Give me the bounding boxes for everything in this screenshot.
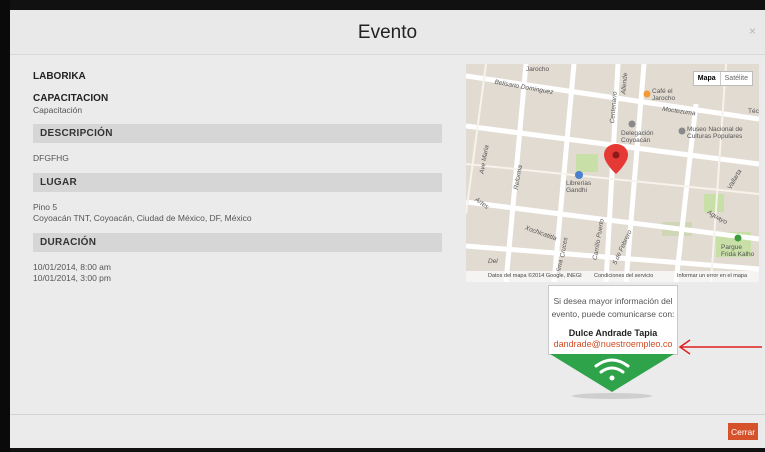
label-librerias: Librerías Gandhi <box>566 180 592 194</box>
location-line-2: Coyoacán TNT, Coyoacán, Ciudad de México… <box>33 213 252 223</box>
event-category: CAPACITACION <box>33 93 109 104</box>
modal-title: Evento <box>357 22 418 43</box>
map-data-attribution: Datos del mapa ©2014 Google, INEGI <box>488 273 582 279</box>
label-pargue: Pargue Frida Kalho <box>721 244 755 258</box>
map-report-link[interactable]: Informar un error en el mapa <box>677 273 747 279</box>
map-type-control: Mapa Satélite <box>692 71 753 86</box>
close-button[interactable]: Cerrar <box>728 423 758 440</box>
location-line-1: Pino 5 <box>33 202 58 212</box>
event-subcategory: Capacitación <box>33 105 83 115</box>
map-type-satellite-button[interactable]: Satélite <box>719 72 752 85</box>
wifi-badge <box>550 354 674 399</box>
modal-header: Evento × <box>10 10 765 55</box>
map-terms-link[interactable]: Condiciones del servicio <box>594 273 653 279</box>
shop-poi-icon <box>575 171 583 179</box>
location-text: Pino 5 Coyoacán TNT, Coyoacán, Ciudad de… <box>33 202 442 224</box>
park-poi-icon <box>734 234 742 242</box>
government-poi-icon <box>628 120 636 128</box>
map-footer: Datos del mapa ©2014 Google, INEGI Condi… <box>466 271 759 282</box>
label-cafe: Café el Jarocho <box>652 88 676 102</box>
event-details: LABORIKA CAPACITACION Capacitación DESCR… <box>33 68 442 284</box>
duration-start: 10/01/2014, 8:00 am <box>33 262 111 272</box>
label-museo: Museo Nacional de Culturas Populares <box>687 126 743 140</box>
event-modal: Evento × LABORIKA CAPACITACION Capacitac… <box>10 10 765 448</box>
street-del: Del <box>488 258 498 265</box>
cafe-poi-icon <box>643 90 651 98</box>
organization-name: LABORIKA <box>33 71 86 82</box>
duration-end: 10/01/2014, 3:00 pm <box>33 273 111 283</box>
contact-email-link[interactable]: dandrade@nuestroempleo.co <box>549 339 677 349</box>
label-delegacion: Delegación Coyoacán <box>621 130 654 144</box>
label-tec: Téc <box>748 108 759 115</box>
location-map[interactable]: Jarocho Café el Jarocho Téc Museo Nacion… <box>466 64 759 282</box>
contact-message-line-2: evento, puede comunicarse con: <box>551 309 675 319</box>
duration-header: DURACIÓN <box>33 233 442 252</box>
close-icon[interactable]: × <box>749 24 756 38</box>
map-type-map-button[interactable]: Mapa <box>694 72 720 85</box>
label-jarocho: Jarocho <box>526 66 550 73</box>
duration-text: 10/01/2014, 8:00 am 10/01/2014, 3:00 pm <box>33 262 442 284</box>
contact-popup: Si desea mayor información del evento, p… <box>548 285 678 355</box>
description-text: DFGFHG <box>33 153 69 163</box>
contact-message: Si desea mayor información del evento, p… <box>549 295 677 321</box>
description-header: DESCRIPCIÓN <box>33 124 442 143</box>
museum-poi-icon <box>678 127 686 135</box>
location-header: LUGAR <box>33 173 442 192</box>
background-strip <box>0 0 10 452</box>
contact-name: Dulce Andrade Tapia <box>568 328 658 338</box>
footer-divider <box>10 414 765 415</box>
contact-message-line-1: Si desea mayor información del <box>553 296 673 306</box>
